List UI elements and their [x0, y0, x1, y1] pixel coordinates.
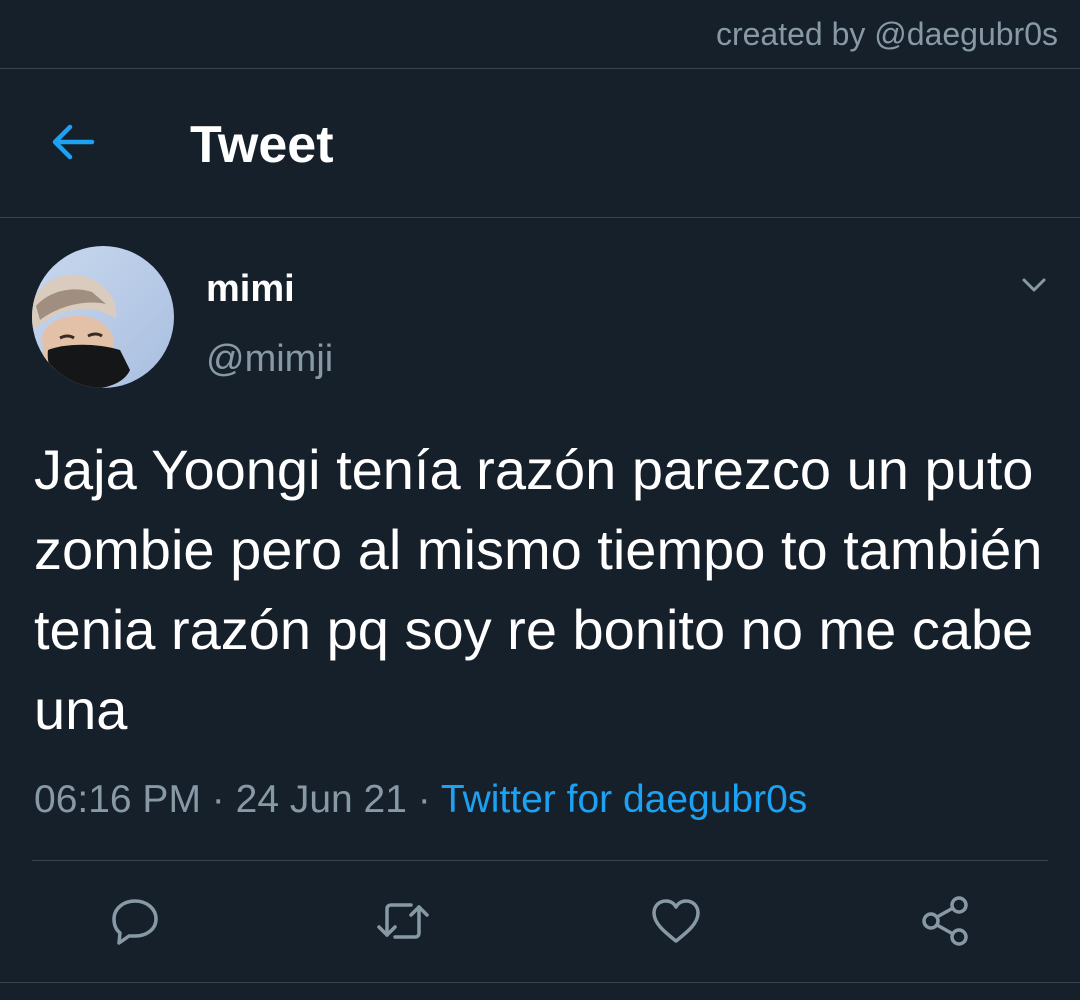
author-name[interactable]: mimi: [206, 268, 295, 311]
page-title: Tweet: [190, 116, 334, 174]
heart-icon: [652, 899, 700, 943]
avatar[interactable]: [32, 246, 174, 388]
tweet-time: 06:16 PM: [34, 778, 201, 821]
retweet-button[interactable]: [375, 893, 431, 949]
tweet-meta: 06:16 PM · 24 Jun 21 · Twitter for daegu…: [34, 778, 807, 822]
comment-icon: [112, 899, 158, 945]
like-button[interactable]: [648, 893, 704, 949]
chevron-down-icon[interactable]: [1016, 270, 1052, 302]
arrow-left-icon[interactable]: [48, 117, 98, 167]
author-handle[interactable]: @mimji: [206, 338, 333, 381]
watermark-bar: created by @daegubr0s: [0, 0, 1080, 69]
divider: [32, 860, 1048, 861]
tweet-source-link[interactable]: Twitter for daegubr0s: [441, 778, 807, 821]
watermark-text: created by @daegubr0s: [715, 16, 1058, 52]
reply-button[interactable]: [107, 893, 163, 949]
page-header: Tweet: [0, 69, 1080, 218]
meta-separator: ·: [417, 778, 431, 821]
tweet-date: 24 Jun 21: [235, 778, 407, 821]
tweet-text: Jaja Yoongi tenía razón parezco un puto …: [34, 438, 1043, 741]
retweet-icon: [377, 903, 429, 939]
meta-separator: ·: [211, 778, 225, 821]
share-icon: [922, 896, 968, 946]
bottom-divider: [0, 982, 1080, 983]
share-button[interactable]: [917, 893, 973, 949]
